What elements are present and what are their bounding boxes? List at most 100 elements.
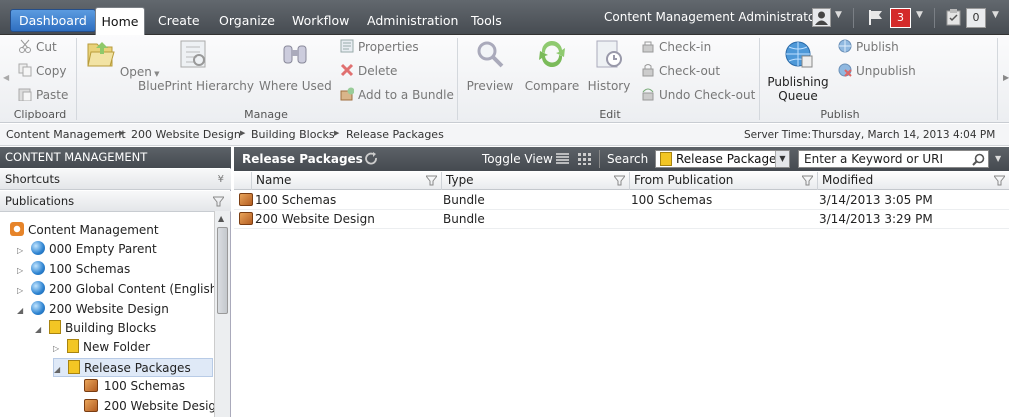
tree-item-label: Content Management — [28, 223, 159, 237]
cut-button[interactable]: Cut — [18, 38, 57, 56]
search-scope-select[interactable]: Release Packages ▼ — [655, 150, 790, 168]
history-button[interactable]: History — [587, 38, 631, 93]
filter-icon[interactable] — [994, 175, 1005, 186]
table-row[interactable]: 100 Schemas Bundle 100 Schemas 3/14/2013… — [234, 191, 1009, 210]
tab-workflow[interactable]: Workflow — [292, 8, 349, 35]
breadcrumb-item[interactable]: Building Blocks — [251, 128, 335, 141]
chevron-down-icon[interactable]: ▼ — [835, 10, 842, 20]
tab-organize[interactable]: Organize — [219, 8, 275, 35]
paste-label: Paste — [36, 88, 69, 102]
type-cell: Bundle — [443, 212, 485, 226]
blueprint-hierarchy-label: BluePrint Hierarchy — [138, 79, 254, 93]
expand-arrow-icon[interactable]: ▷ — [17, 261, 27, 280]
breadcrumb-item[interactable]: Content Management — [6, 128, 126, 141]
chevron-down-icon[interactable]: ▼ — [992, 10, 999, 20]
expand-arrow-icon[interactable]: ▷ — [17, 281, 27, 300]
column-header-type[interactable]: Type — [442, 172, 630, 190]
tab-create[interactable]: Create — [158, 8, 200, 35]
paste-button[interactable]: Paste — [18, 86, 68, 104]
publishing-queue-button[interactable]: Publishing Queue — [766, 38, 830, 103]
shortcuts-label: Shortcuts — [5, 172, 60, 186]
search-input[interactable]: Enter a Keyword or URI — [798, 150, 989, 168]
list-header-bar: Release Packages Toggle View Search Rele… — [234, 147, 1009, 171]
chevron-down-icon[interactable]: ▼ — [995, 154, 1001, 163]
select-column-header[interactable] — [234, 172, 252, 190]
user-menu-button[interactable] — [812, 8, 831, 27]
name-cell: 100 Schemas — [239, 191, 336, 210]
filter-icon[interactable] — [614, 175, 625, 186]
scrollbar-thumb[interactable] — [217, 227, 228, 314]
column-label: Modified — [822, 173, 874, 187]
folder-open-icon — [87, 42, 115, 67]
task-count-badge[interactable]: 0 — [966, 8, 986, 28]
open-button[interactable]: Open ▼ — [84, 38, 160, 79]
compare-button[interactable]: Compare — [523, 38, 581, 93]
tree-item-label: 000 Empty Parent — [49, 242, 157, 256]
publish-button[interactable]: Publish — [838, 38, 899, 56]
scroll-up-icon[interactable]: ▲ — [218, 214, 224, 223]
tree-item-building-blocks[interactable]: ◢ Building Blocks — [35, 319, 156, 338]
tree-item-release-packages[interactable]: ◢ Release Packages — [53, 358, 213, 377]
column-header-name[interactable]: Name — [252, 172, 442, 190]
grid-view-icon[interactable] — [578, 153, 591, 165]
check-out-button[interactable]: Check-out — [641, 62, 720, 80]
chevron-down-icon[interactable]: ▼ — [916, 10, 923, 20]
tree-item-200-global-content[interactable]: ▷ 200 Global Content (English) — [17, 280, 222, 299]
tab-administration[interactable]: Administration — [367, 8, 458, 35]
check-in-button[interactable]: Check-in — [641, 38, 711, 56]
publication-globe-icon — [31, 261, 45, 275]
collapse-arrow-icon[interactable]: ◢ — [17, 301, 27, 320]
expand-icon[interactable]: ¥ — [218, 169, 224, 190]
add-to-bundle-button[interactable]: Add to a Bundle — [340, 86, 454, 104]
tree-item-100-schemas[interactable]: ▷ 100 Schemas — [17, 260, 130, 279]
notification-count-badge[interactable]: 3 — [890, 8, 911, 28]
column-header-from-publication[interactable]: From Publication — [630, 172, 818, 190]
delete-button[interactable]: Delete — [340, 62, 397, 80]
toggle-view-label: Toggle View — [482, 152, 553, 166]
tab-tools[interactable]: Tools — [471, 8, 502, 35]
undo-check-out-button[interactable]: Undo Check-out — [641, 86, 755, 104]
preview-button[interactable]: Preview — [464, 38, 516, 93]
copy-button[interactable]: Copy — [18, 62, 66, 80]
column-header-modified[interactable]: Modified — [818, 172, 1009, 190]
tree-item-bundle-100-schemas[interactable]: 100 Schemas — [84, 377, 185, 396]
tree-item-200-website-design[interactable]: ◢ 200 Website Design — [17, 300, 169, 319]
flag-icon[interactable] — [867, 8, 885, 29]
tree-scrollbar[interactable]: ▲ — [214, 211, 230, 417]
tree-item-bundle-200-website-design[interactable]: 200 Website Design — [84, 397, 214, 416]
tab-dashboard[interactable]: Dashboard — [10, 9, 96, 32]
tree-item-new-folder[interactable]: ▷ New Folder — [53, 338, 150, 357]
blueprint-hierarchy-button[interactable]: BluePrint Hierarchy — [138, 38, 254, 93]
chevron-down-icon[interactable]: ▼ — [775, 151, 789, 167]
manage-group-label: Manage — [244, 108, 288, 121]
cms-root-icon — [10, 222, 24, 236]
expand-arrow-icon[interactable]: ▷ — [53, 339, 63, 358]
breadcrumb-item[interactable]: 200 Website Design — [131, 128, 241, 141]
table-row[interactable]: 200 Website Design Bundle 3/14/2013 3:29… — [234, 210, 1009, 229]
filter-icon[interactable] — [213, 196, 224, 207]
where-used-button[interactable]: Where Used — [259, 38, 332, 93]
filter-icon[interactable] — [802, 175, 813, 186]
publishing-queue-label-1: Publishing — [767, 75, 829, 89]
tree-item-content-management[interactable]: Content Management — [10, 221, 159, 240]
shortcuts-header[interactable]: Shortcuts ¥ — [0, 169, 231, 190]
expand-arrow-icon[interactable]: ▷ — [17, 241, 27, 260]
filter-icon[interactable] — [426, 175, 437, 186]
tree-item-label: New Folder — [83, 340, 151, 354]
folder-icon — [68, 360, 80, 374]
collapse-arrow-icon[interactable]: ◢ — [35, 320, 45, 339]
tab-home[interactable]: Home — [95, 7, 145, 36]
unpublish-button[interactable]: Unpublish — [838, 62, 916, 80]
ribbon-scroll-right-icon[interactable]: ▶ — [1003, 73, 1009, 82]
tree-item-000-empty-parent[interactable]: ▷ 000 Empty Parent — [17, 240, 157, 259]
search-icon[interactable] — [972, 153, 985, 166]
collapse-arrow-icon[interactable]: ◢ — [54, 360, 64, 379]
publications-header[interactable]: Publications — [0, 191, 231, 212]
properties-button[interactable]: Properties — [340, 38, 419, 56]
globe-publish-icon — [838, 39, 852, 53]
refresh-icon[interactable] — [365, 152, 378, 165]
clipboard-task-icon[interactable] — [945, 8, 962, 29]
list-view-icon[interactable] — [556, 153, 569, 165]
server-time: Thursday, March 14, 2013 4:04 PM — [812, 129, 996, 141]
ribbon-scroll-left-icon[interactable]: ◀ — [3, 73, 9, 82]
